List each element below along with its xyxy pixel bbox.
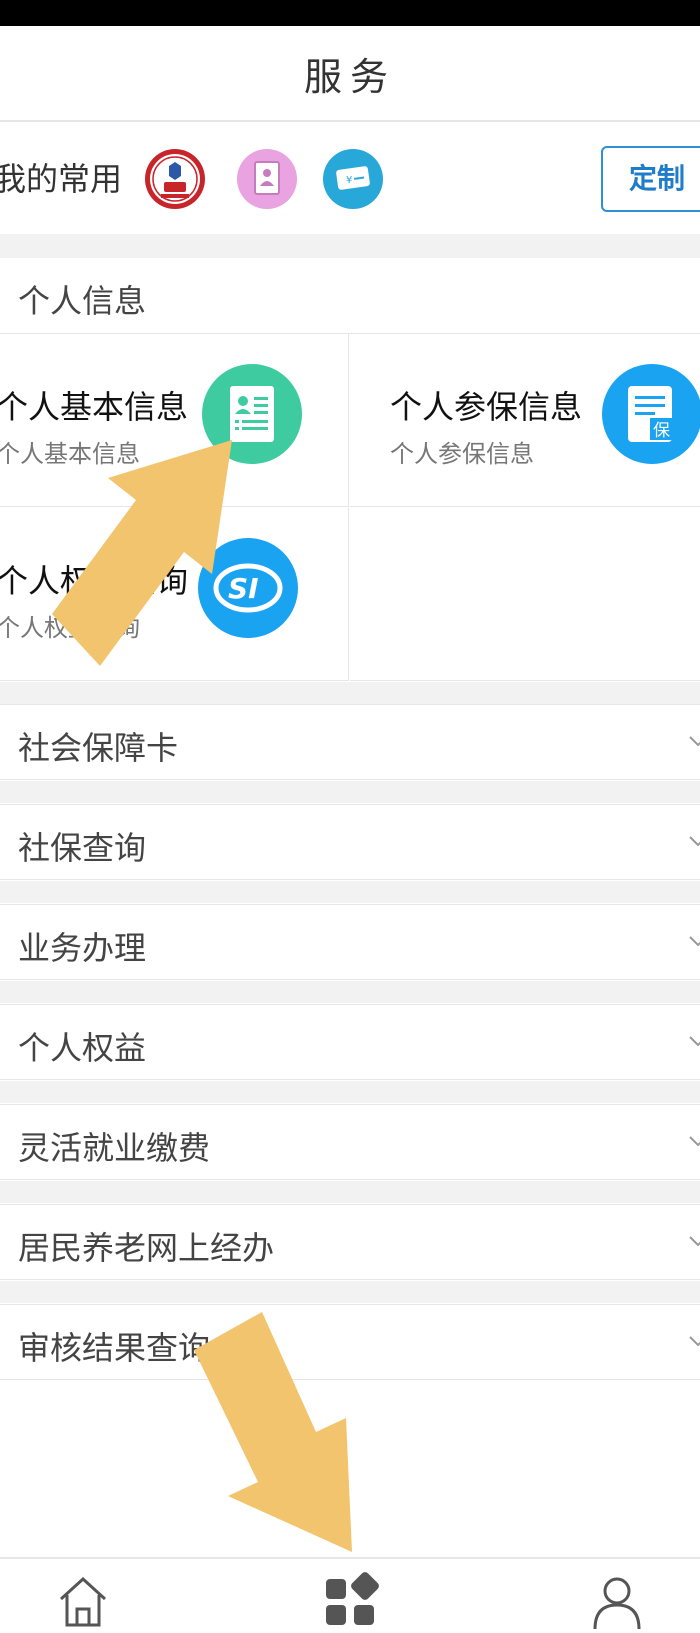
grid-empty-cell [350,508,700,681]
menu-item-social-security-card[interactable]: 社会保障卡 [0,704,700,780]
grid-item-basic-info[interactable]: 个人基本信息 个人基本信息 [0,334,349,507]
menu-item-label: 社保查询 [18,829,147,867]
id-document-icon[interactable] [236,148,298,210]
svg-text:SI: SI [228,572,259,605]
chevron-down-icon [688,1031,700,1051]
personal-info-header[interactable]: 个人信息 [0,258,700,334]
bank-card-icon[interactable]: ¥ [322,148,384,210]
grid-item-subtitle: 个人基本信息 [0,440,140,468]
menu-item-business-handling[interactable]: 业务办理 [0,904,700,980]
menu-item-label: 个人权益 [18,1029,147,1067]
section-gap [0,1081,700,1103]
nav-home[interactable] [38,1563,128,1633]
menu-item-label: 社会保障卡 [18,729,179,767]
section-gap [0,981,700,1003]
menu-item-social-security-query[interactable]: 社保查询 [0,804,700,880]
id-card-icon [202,364,302,464]
menu-item-label: 审核结果查询 [18,1329,211,1367]
chevron-down-icon [688,831,700,851]
user-icon [593,1577,641,1630]
section-gap [0,1181,700,1203]
favorites-row: 我的常用 ¥ 定制 [0,124,700,234]
status-bar [0,0,700,26]
menu-item-label: 居民养老网上经办 [18,1229,275,1267]
nav-services[interactable] [305,1563,395,1633]
svg-text:¥: ¥ [346,175,352,186]
insurance-document-icon: 保 [602,364,700,464]
grid-item-insurance-info[interactable]: 个人参保信息 个人参保信息 保 [350,334,700,507]
menu-item-resident-pension-online[interactable]: 居民养老网上经办 [0,1204,700,1280]
bottom-navigation [0,1557,700,1633]
chevron-down-icon [688,1331,700,1351]
section-gap [0,881,700,903]
section-gap [0,1281,700,1303]
grid-item-title: 个人参保信息 [390,388,583,426]
personal-info-grid: 个人基本信息 个人基本信息 个人参保信息 个人参保信息 保 个人权益查询 个人权… [0,334,700,682]
grid-item-subtitle: 个人权益查询 [0,614,140,642]
section-title: 个人信息 [18,282,147,320]
grid-apps-icon [326,1572,379,1625]
menu-item-label: 业务办理 [18,929,147,967]
menu-item-label: 灵活就业缴费 [18,1129,211,1167]
grid-item-title: 个人基本信息 [0,388,189,426]
header: 服务 [0,26,700,122]
service-page: 服务 我的常用 ¥ 定制 个人信息 个人基本信息 个人基本信息 个人参保信息 个… [0,0,700,1633]
grid-item-title: 个人权益查询 [0,562,189,600]
chevron-down-icon [688,1131,700,1151]
menu-item-personal-rights[interactable]: 个人权益 [0,1004,700,1080]
grid-item-subtitle: 个人参保信息 [390,440,534,468]
customize-button[interactable]: 定制 [601,146,700,212]
menu-item-review-result-query[interactable]: 审核结果查询 [0,1304,700,1380]
grid-item-rights-query[interactable]: 个人权益查询 个人权益查询 SI [0,508,349,681]
chevron-down-icon [688,1231,700,1251]
social-security-card-icon[interactable] [144,148,206,210]
favorites-label: 我的常用 [0,160,123,198]
home-icon [59,1576,107,1627]
section-gap [0,781,700,803]
nav-profile[interactable] [572,1563,662,1633]
si-logo-icon: SI [198,538,298,638]
chevron-down-icon [688,731,700,751]
menu-item-flexible-employment-payment[interactable]: 灵活就业缴费 [0,1104,700,1180]
svg-text:保: 保 [653,421,670,441]
section-gap [0,682,700,704]
page-title: 服务 [303,54,396,99]
section-gap [0,234,700,258]
chevron-down-icon [688,931,700,951]
